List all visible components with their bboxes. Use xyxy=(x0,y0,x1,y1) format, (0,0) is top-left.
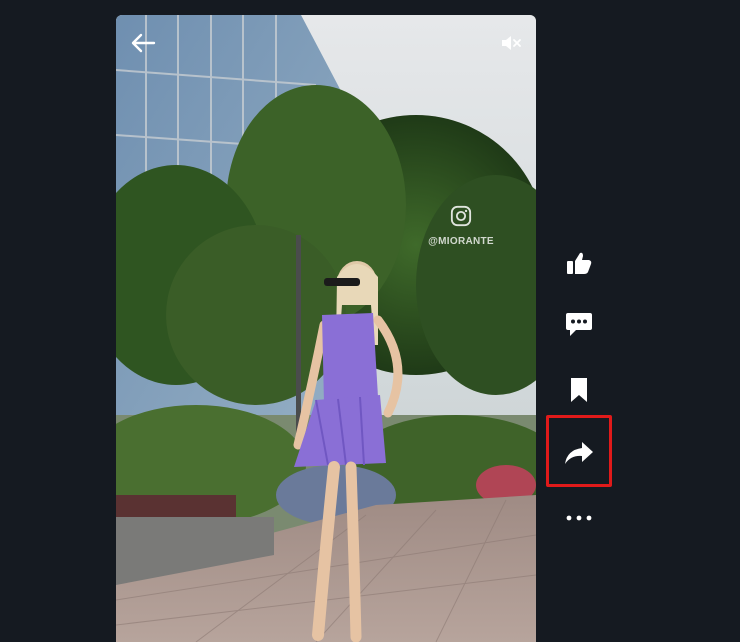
video-watermark: @MIORANTE xyxy=(416,205,506,249)
bookmark-button[interactable] xyxy=(546,359,612,421)
comment-bubble-icon xyxy=(566,313,592,336)
instagram-icon xyxy=(450,205,472,227)
volume-muted-icon xyxy=(502,36,521,50)
video-player[interactable]: @MIORANTE xyxy=(116,15,536,642)
mute-toggle-button[interactable] xyxy=(500,33,522,53)
watermark-handle: @MIORANTE xyxy=(428,236,494,247)
reels-viewer: @MIORANTE xyxy=(0,0,740,642)
comment-button[interactable] xyxy=(546,293,612,355)
more-options-button[interactable] xyxy=(546,487,612,549)
bookmark-icon xyxy=(571,378,587,402)
back-button[interactable] xyxy=(128,31,158,55)
arrow-left-icon xyxy=(131,33,156,53)
like-button[interactable] xyxy=(546,232,612,294)
share-arrow-icon xyxy=(565,442,593,464)
more-dots-icon xyxy=(566,515,592,521)
video-frame xyxy=(116,15,536,642)
share-button[interactable] xyxy=(546,422,612,484)
thumbs-up-icon xyxy=(567,252,592,274)
